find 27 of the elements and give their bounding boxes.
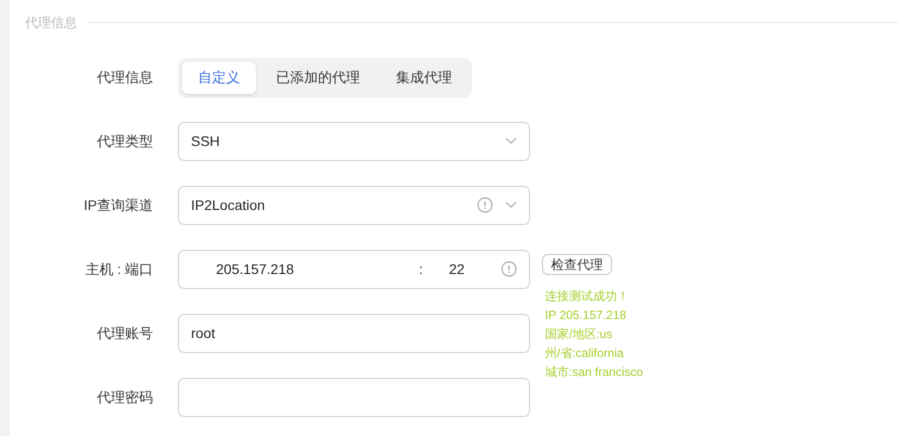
port-input[interactable]: 22 <box>441 258 493 280</box>
result-line: 连接测试成功！ <box>545 288 630 305</box>
info-icon <box>477 197 493 213</box>
ip-channel-select[interactable]: IP2Location <box>178 186 530 224</box>
port-separator: : <box>419 260 424 278</box>
section-title: 代理信息 <box>25 14 77 32</box>
field-label: 代理信息 <box>97 69 153 85</box>
chevron-down-icon <box>505 201 517 209</box>
field-label: 主机 : 端口 <box>85 260 153 276</box>
tab[interactable]: 集成代理 <box>380 62 468 94</box>
result-line: 城市:san francisco <box>545 364 644 381</box>
chevron-down-icon <box>505 137 517 145</box>
tab[interactable]: 已添加的代理 <box>260 62 376 94</box>
tab[interactable]: 自定义 <box>182 62 256 94</box>
host-input[interactable]: 205.157.218 <box>191 258 411 280</box>
field-label: 代理密码 <box>97 388 153 404</box>
info-icon <box>501 261 517 277</box>
result-line: 国家/地区:us <box>545 326 614 343</box>
check-proxy-button[interactable]: 检查代理 <box>542 254 612 275</box>
field-label: IP查询渠道 <box>84 196 153 212</box>
result-line: IP 205.157.218 <box>545 307 628 324</box>
field-label: 代理账号 <box>97 324 153 340</box>
field-label: 代理类型 <box>97 132 153 148</box>
account-field[interactable]: root <box>178 314 530 352</box>
result-line: 州/省:california <box>545 345 625 362</box>
proxy-type-select[interactable]: SSH <box>178 122 530 160</box>
password-field[interactable] <box>178 378 530 416</box>
